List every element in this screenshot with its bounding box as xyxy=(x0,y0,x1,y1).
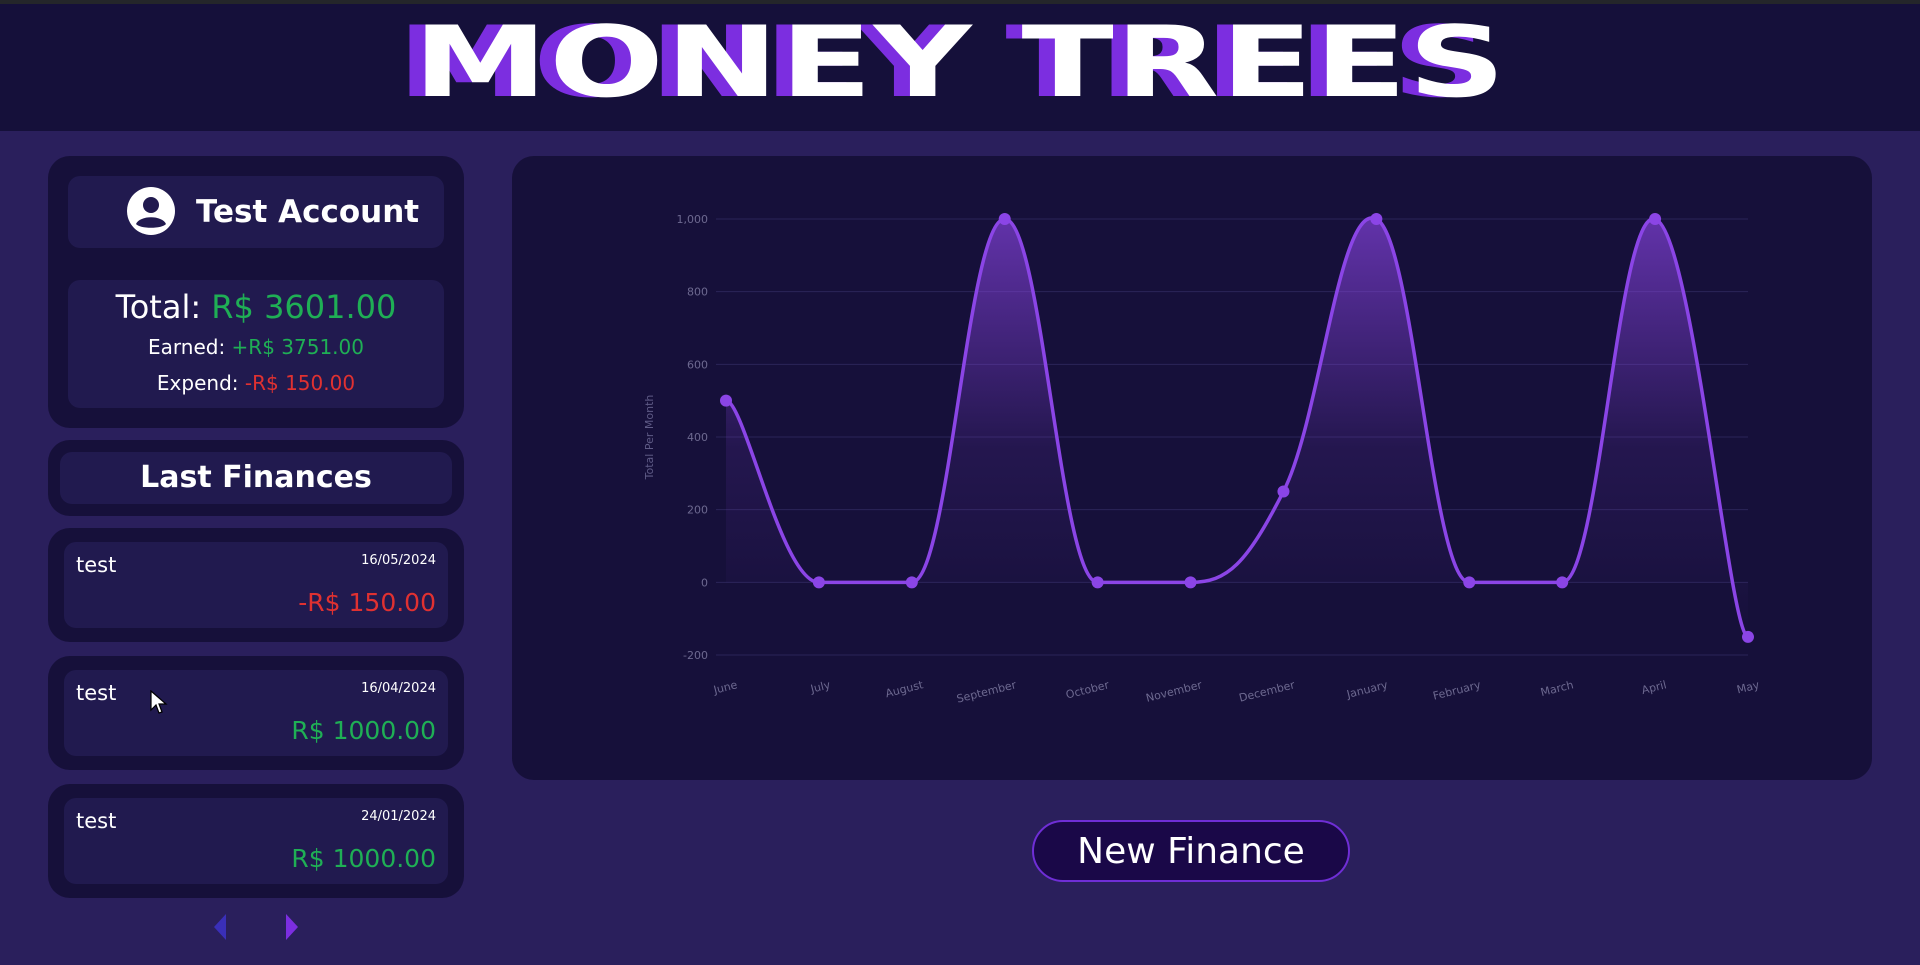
y-tick-label: 800 xyxy=(687,286,708,299)
x-tick-label: June xyxy=(711,678,739,697)
finance-item-inner: test 16/05/2024 -R$ 150.00 xyxy=(64,542,448,628)
finance-item-inner: test 16/04/2024 R$ 1000.00 xyxy=(64,670,448,756)
finance-date: 24/01/2024 xyxy=(361,809,436,824)
y-axis-label: Total Per Month xyxy=(643,395,656,481)
expend-row: Expend: -R$ 150.00 xyxy=(68,368,444,398)
last-finances-title-box: Last Finances xyxy=(60,452,452,504)
account-header[interactable]: Test Account xyxy=(68,176,444,248)
x-tick-label: September xyxy=(955,678,1018,705)
x-tick-label: November xyxy=(1145,678,1204,705)
earned-row: Earned: +R$ 3751.00 xyxy=(68,332,444,362)
data-point xyxy=(720,394,732,407)
finance-date: 16/05/2024 xyxy=(361,553,436,568)
x-tick-label: February xyxy=(1432,678,1483,703)
earned-label: Earned: xyxy=(148,335,226,359)
account-totals: Total: R$ 3601.00 Earned: +R$ 3751.00 Ex… xyxy=(68,280,444,408)
finance-item[interactable]: test 24/01/2024 R$ 1000.00 xyxy=(48,784,464,898)
mouse-cursor-icon xyxy=(150,689,168,720)
finance-name: test xyxy=(76,809,117,833)
data-point xyxy=(1742,630,1754,643)
monthly-chart-panel: -200 0 200 400 600 800 1,000 Total Per Month Jun… xyxy=(512,156,1872,780)
expend-value: -R$ 150.00 xyxy=(244,371,356,395)
data-point xyxy=(1277,485,1290,498)
data-point xyxy=(1556,576,1569,589)
x-tick-label: May xyxy=(1736,678,1762,696)
y-tick-label: 1,000 xyxy=(677,213,709,226)
user-circle-icon xyxy=(126,186,176,236)
chevron-left-icon[interactable] xyxy=(210,912,230,942)
data-point xyxy=(1091,576,1104,589)
finance-name: test xyxy=(76,681,117,705)
data-point xyxy=(1649,213,1662,225)
app-title: MONEY TREES xyxy=(413,6,1507,120)
finance-date: 16/04/2024 xyxy=(361,681,436,696)
expend-label: Expend: xyxy=(156,371,239,395)
new-finance-button[interactable]: New Finance xyxy=(1032,820,1350,882)
chevron-right-icon[interactable] xyxy=(282,912,302,942)
finance-item[interactable]: test 16/05/2024 -R$ 150.00 xyxy=(48,528,464,642)
earned-value: +R$ 3751.00 xyxy=(231,335,364,359)
total-value: R$ 3601.00 xyxy=(211,288,397,326)
data-point xyxy=(998,213,1011,225)
last-finances-header: Last Finances xyxy=(48,440,464,516)
x-tick-label: December xyxy=(1238,678,1297,705)
finance-name: test xyxy=(76,553,117,577)
finance-item[interactable]: test 16/04/2024 R$ 1000.00 xyxy=(48,656,464,770)
x-tick-label: March xyxy=(1539,678,1575,699)
finance-amount: R$ 1000.00 xyxy=(291,844,436,873)
finance-item-inner: test 24/01/2024 R$ 1000.00 xyxy=(64,798,448,884)
y-tick-label: 200 xyxy=(687,504,708,517)
y-tick-label: 400 xyxy=(687,431,708,444)
account-card: Test Account Total: R$ 3601.00 Earned: +… xyxy=(48,156,464,428)
data-point xyxy=(812,576,825,589)
data-point xyxy=(1184,576,1197,589)
app-logo: MONEY TREES MONEY TREES xyxy=(0,4,1920,131)
series-area xyxy=(726,217,1748,637)
app-header: MONEY TREES MONEY TREES xyxy=(0,4,1920,131)
data-point xyxy=(1370,213,1383,225)
account-name: Test Account xyxy=(196,194,420,230)
total-label: Total: xyxy=(115,288,202,326)
data-point xyxy=(905,576,918,589)
total-row: Total: R$ 3601.00 xyxy=(68,284,444,330)
y-tick-label: 600 xyxy=(687,358,708,371)
x-tick-label: July xyxy=(808,678,832,696)
finance-amount: R$ 1000.00 xyxy=(291,716,436,745)
y-tick-label: 0 xyxy=(701,576,708,589)
monthly-totals-chart: -200 0 200 400 600 800 1,000 Total Per Month Jun… xyxy=(643,213,1762,706)
finance-amount: -R$ 150.00 xyxy=(298,588,436,617)
x-tick-label: October xyxy=(1064,678,1110,701)
x-tick-label: August xyxy=(884,678,925,700)
x-tick-label: January xyxy=(1345,678,1390,701)
x-tick-label: April xyxy=(1640,678,1668,697)
last-finances-title: Last Finances xyxy=(140,460,372,495)
data-point xyxy=(1463,576,1476,589)
y-tick-label: -200 xyxy=(683,649,708,662)
